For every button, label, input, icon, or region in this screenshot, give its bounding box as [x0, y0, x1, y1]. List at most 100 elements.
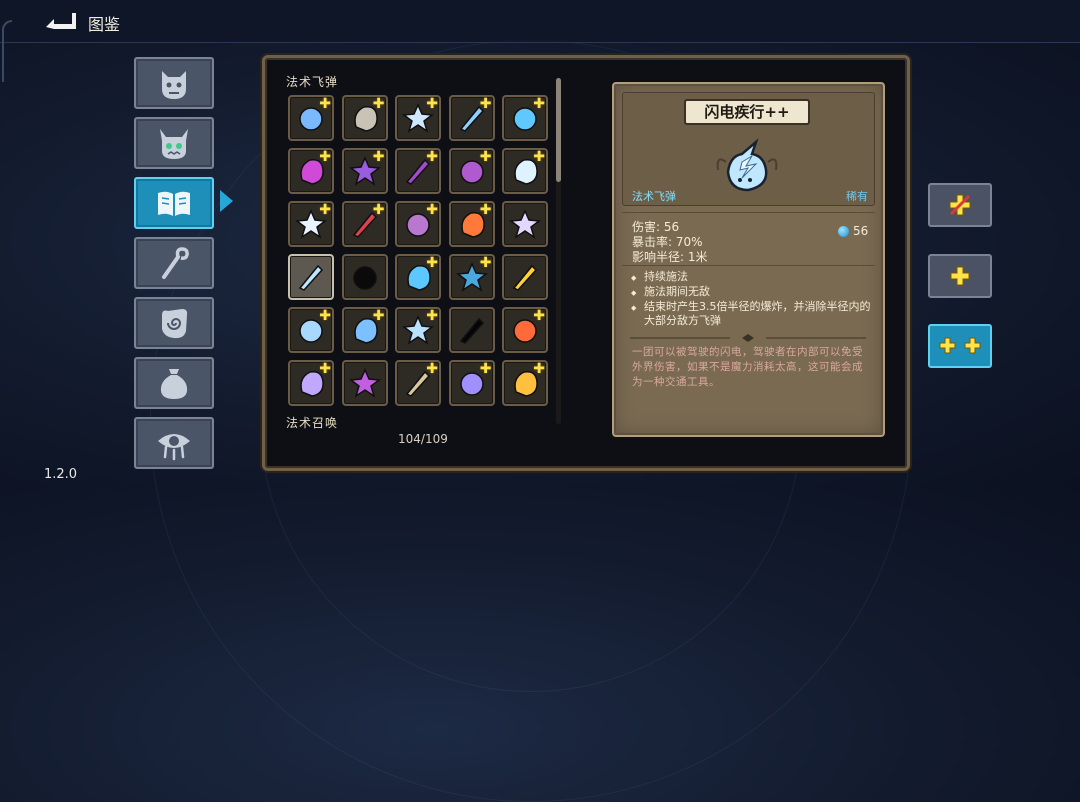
top-bar: 图鉴	[0, 0, 1080, 43]
upgrade-plus-icon: ✚	[479, 96, 492, 112]
tab-spells[interactable]	[134, 177, 214, 229]
upgrade-plus-icon: ✚	[533, 361, 545, 377]
upgrade-plus-icon: ✚	[372, 96, 385, 112]
pouch-icon	[160, 369, 188, 399]
spell-cell[interactable]: ✚	[288, 148, 334, 194]
spell-cell[interactable]: ✚	[448, 95, 495, 141]
spell-cell[interactable]: ✚	[448, 254, 495, 300]
spell-cell[interactable]: ✚	[288, 307, 334, 353]
upgrade-plus-icon: ✚	[319, 149, 331, 165]
tab-staffs[interactable]	[134, 237, 214, 289]
spell-cell[interactable]: ✚	[395, 148, 441, 194]
spell-cell[interactable]: ✚	[341, 307, 388, 353]
mana-orb-icon	[838, 225, 849, 237]
flavor-text: 一团可以被驾驶的闪电，驾驶者在内部可以免受外界伤害，如果不是魔力消耗太高，这可能…	[632, 346, 863, 388]
section-title: 法术飞弹	[286, 75, 339, 89]
upgrade-plus-icon: ✚	[426, 255, 438, 271]
upgrade-plus-icon: ✚	[372, 308, 385, 324]
spell-cell[interactable]: ✚	[395, 360, 441, 406]
spell-cell[interactable]	[502, 254, 548, 300]
stat-radius: 影响半径: 1米	[632, 250, 708, 264]
page-title: 图鉴	[88, 15, 121, 34]
upgrade-plus-icon: ✚	[533, 308, 545, 324]
effect-item: 结束时产生3.5倍半径的爆炸，并消除半径内的大部分敌方飞弹	[631, 300, 876, 328]
hex-star-icon	[348, 368, 381, 398]
spell-cell[interactable]	[341, 254, 388, 300]
upgrade-plus-icon: ✚	[426, 149, 438, 165]
spell-cell[interactable]	[341, 360, 388, 406]
level-plus-plus-button[interactable]	[928, 324, 992, 368]
upgrade-plus-icon: ✚	[533, 149, 545, 165]
broken-plus-icon	[949, 194, 971, 216]
version-label: 1.2.0	[44, 467, 78, 482]
spell-cell[interactable]: ✚	[395, 254, 441, 300]
spell-cell[interactable]: ✚	[448, 201, 495, 247]
spell-grid: ✚ ✚ ✚ ✚ ✚ ✚ ✚ ✚ ✚ ✚ ✚ ✚ ✚ ✚ ✚ ✚ ✚ ✚ ✚ ✚ ✚ ✚ ✚ ✚	[288, 95, 552, 410]
divider	[622, 265, 875, 266]
back-arrow-icon[interactable]	[42, 9, 78, 33]
upgrade-plus-icon: ✚	[479, 202, 492, 218]
spell-cell[interactable]: ✚	[502, 95, 548, 141]
effect-item: 持续施法	[631, 270, 876, 285]
staff-icon	[162, 247, 189, 279]
demon-face-icon	[162, 71, 186, 99]
spell-cell[interactable]: ✚	[395, 201, 441, 247]
spell-cell[interactable]	[288, 254, 334, 300]
double-plus-icon	[939, 337, 981, 354]
tab-monsters[interactable]	[134, 57, 214, 109]
tab-items[interactable]	[134, 357, 214, 409]
lightning-spirit-icon	[298, 264, 324, 291]
level-base-button[interactable]	[928, 183, 992, 227]
spell-cell[interactable]	[502, 201, 548, 247]
upgrade-plus-icon: ✚	[319, 96, 331, 112]
plus-icon	[950, 266, 970, 286]
hand-spiral-icon	[162, 309, 188, 339]
shadow-beast-icon	[352, 266, 377, 290]
open-book-icon	[158, 191, 190, 216]
horned-skull-icon	[160, 129, 188, 159]
spell-cell[interactable]: ✚	[395, 95, 441, 141]
spell-cell[interactable]: ✚	[341, 95, 388, 141]
upgrade-plus-icon: ✚	[479, 255, 492, 271]
spell-cell[interactable]: ✚	[341, 148, 388, 194]
scrollbar-thumb[interactable]	[556, 78, 561, 182]
collection-count: 104/109	[398, 432, 448, 446]
spell-rarity: 稀有	[846, 190, 868, 203]
spell-cell[interactable]: ✚	[288, 360, 334, 406]
spell-cell[interactable]: ✚	[288, 201, 334, 247]
tab-bosses[interactable]	[134, 117, 214, 169]
gold-rune-coin-icon	[512, 264, 538, 291]
upgrade-plus-icon: ✚	[426, 361, 438, 377]
tab-relics[interactable]	[134, 297, 214, 349]
divider	[622, 212, 875, 213]
ornament-divider	[630, 334, 866, 342]
upgrade-plus-icon: ✚	[319, 361, 331, 377]
spell-cell[interactable]: ✚	[288, 95, 334, 141]
level-plus-button[interactable]	[928, 254, 992, 298]
frame-corner-decoration	[2, 20, 12, 82]
lightning-spirit-icon	[716, 138, 778, 192]
dark-silhouette-icon	[459, 317, 484, 344]
spell-name: 闪电疾行++	[684, 99, 810, 125]
spell-cell[interactable]: ✚	[341, 201, 388, 247]
spell-cell[interactable]: ✚	[448, 360, 495, 406]
upgrade-plus-icon: ✚	[372, 202, 385, 218]
spell-cell[interactable]: ✚	[502, 307, 548, 353]
upgrade-plus-icon: ✚	[426, 96, 438, 112]
spell-cell[interactable]	[448, 307, 495, 353]
tab-curses[interactable]	[134, 417, 214, 469]
eye-drip-icon	[158, 434, 190, 461]
next-section-title: 法术召唤	[286, 416, 339, 430]
effect-item: 施法期间无敌	[631, 285, 876, 300]
spell-cell[interactable]: ✚	[502, 148, 548, 194]
spell-cell[interactable]: ✚	[502, 360, 548, 406]
upgrade-plus-icon: ✚	[319, 202, 331, 218]
upgrade-plus-icon: ✚	[533, 96, 545, 112]
spell-cell[interactable]: ✚	[395, 307, 441, 353]
spell-cell[interactable]: ✚	[448, 148, 495, 194]
upgrade-plus-icon: ✚	[319, 308, 331, 324]
upgrade-plus-icon: ✚	[426, 202, 438, 218]
mana-cost: 56	[838, 224, 868, 238]
upgrade-plus-icon: ✚	[426, 308, 438, 324]
sparkle-star-icon	[509, 209, 541, 239]
